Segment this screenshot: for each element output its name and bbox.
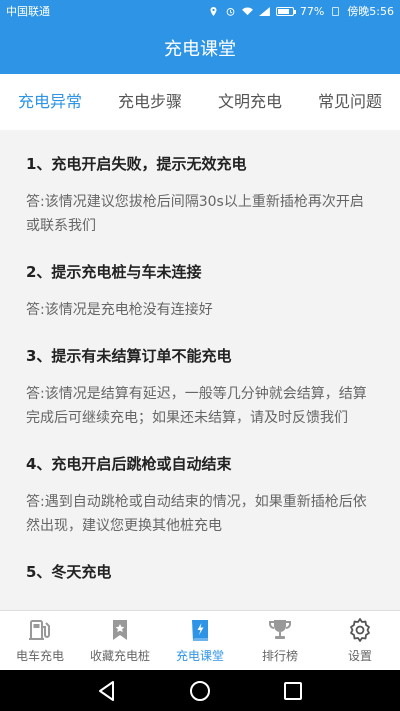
title-bar: 充电课堂 [0,22,400,74]
nav-label: 排行榜 [261,649,298,663]
faq-question: 1、充电开启失败，提示无效充电 [26,155,247,173]
clock: 傍晚5:56 [347,5,394,18]
sim-icon [332,6,340,16]
gear-icon [350,618,370,642]
tab-charging-steps[interactable]: 充电步骤 [100,74,200,130]
signal-icon [258,6,270,16]
nav-favorites[interactable]: 收藏充电桩 [80,611,160,670]
faq-question: 3、提示有未结算订单不能充电 [26,347,232,365]
bottom-nav: 电车充电 收藏充电桩 充电课堂 排行榜 设置 [0,610,400,670]
nav-label: 电车充电 [15,649,64,663]
faq-list[interactable]: 1、充电开启失败，提示无效充电 答:该情况建议您拔枪后间隔30s以上重新插枪再次… [0,140,400,610]
nav-label: 收藏充电桩 [89,649,150,663]
faq-question: 2、提示充电桩与车未连接 [26,263,202,281]
battery-icon [275,6,296,16]
recents-icon[interactable] [279,677,307,705]
page-title: 充电课堂 [164,39,236,60]
battery-fill [277,8,289,14]
nav-settings[interactable]: 设置 [320,611,400,670]
status-bar: 中国联通 77% 傍晚5:56 [0,0,400,22]
nav-charging-class[interactable]: 充电课堂 [160,611,240,670]
alarm-icon [226,7,235,16]
status-icons: 77% 傍晚5:56 [208,3,394,19]
bookmark-icon [113,620,127,640]
faq-answer: 答:该情况建议您拔枪后间隔30s以上重新插枪再次开启或联系我们 [26,194,364,234]
faq-item: 5、冬天充电 [26,560,374,584]
nav-ev-charging[interactable]: 电车充电 [0,611,80,670]
system-nav-bar [0,670,400,711]
faq-question: 5、冬天充电 [26,563,112,581]
faq-item: 3、提示有未结算订单不能充电 答:该情况是结算有延迟，一般等几分钟就会结算，结算… [26,344,374,430]
battery-percent: 77% [299,4,325,18]
home-icon[interactable] [186,677,214,705]
faq-item: 4、充电开启后跳枪或自动结束 答:遇到自动跳枪或自动结束的情况，如果重新插枪后依… [26,452,374,538]
faq-answer: 答:遇到自动跳枪或自动结束的情况，如果重新插枪后依然出现，建议您更换其他桩充电 [26,494,367,534]
tab-charging-error[interactable]: 充电异常 [0,74,100,130]
nav-label: 充电课堂 [175,649,224,663]
faq-question: 4、充电开启后跳枪或自动结束 [26,455,232,473]
faq-item: 1、充电开启失败，提示无效充电 答:该情况建议您拔枪后间隔30s以上重新插枪再次… [26,152,374,238]
lightning-book-icon [192,620,208,641]
faq-item: 2、提示充电桩与车未连接 答:该情况是充电枪没有连接好 [26,260,374,322]
tab-faq[interactable]: 常见问题 [300,74,400,130]
back-icon[interactable] [93,677,121,705]
trophy-icon [269,620,291,639]
faq-answer: 答:该情况是充电枪没有连接好 [26,302,213,318]
faq-answer: 答:该情况是结算有延迟，一般等几分钟就会结算，结算完成后可继续充电；如果还未结算… [26,386,367,426]
charging-station-icon [29,620,50,640]
wifi-icon [241,6,253,15]
nav-label: 设置 [347,649,372,663]
location-icon [210,6,217,16]
carrier-label: 中国联通 [6,5,50,18]
tab-bar: 充电异常 充电步骤 文明充电 常见问题 [0,74,400,130]
nav-ranking[interactable]: 排行榜 [240,611,320,670]
tab-civilized-charging[interactable]: 文明充电 [200,74,300,130]
